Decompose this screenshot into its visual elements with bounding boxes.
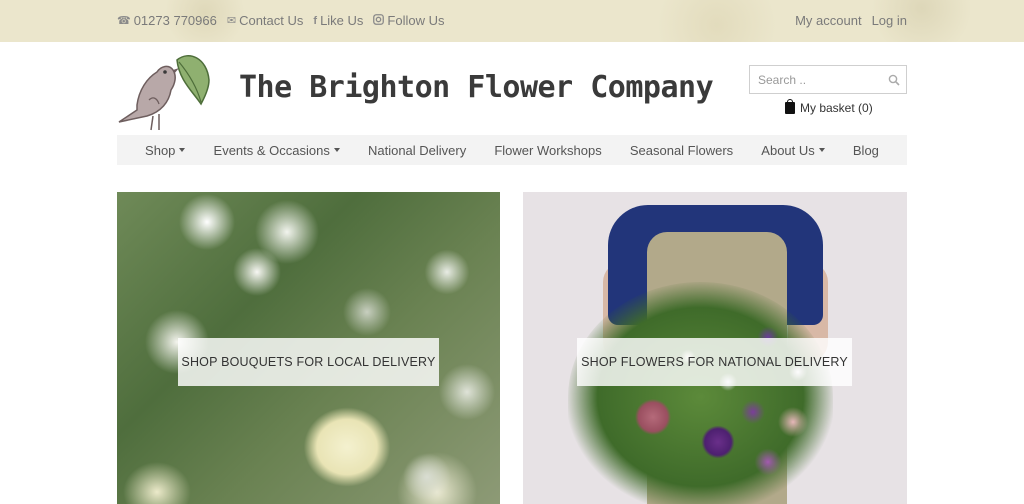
contact-label: Contact Us <box>239 13 304 28</box>
top-bar-account: My account Log in <box>795 13 907 28</box>
nav-item-shop[interactable]: Shop <box>145 142 186 158</box>
top-bar: ☎ 01273 770966 ✉ Contact Us f Like Us Fo… <box>0 0 1024 42</box>
caret-down-icon <box>818 148 825 152</box>
main-nav: Shop Events & Occasions National Deliver… <box>117 135 907 165</box>
envelope-icon: ✉ <box>226 15 237 27</box>
bouquet-image <box>568 282 833 504</box>
top-bar-contacts: ☎ 01273 770966 ✉ Contact Us f Like Us Fo… <box>117 13 445 28</box>
search-icon[interactable] <box>888 74 900 86</box>
national-delivery-button[interactable]: SHOP FLOWERS FOR NATIONAL DELIVERY <box>577 338 852 386</box>
phone-icon: ☎ <box>117 15 131 27</box>
national-delivery-panel[interactable]: SHOP FLOWERS FOR NATIONAL DELIVERY <box>523 192 907 504</box>
phone-label: 01273 770966 <box>133 13 217 28</box>
local-delivery-panel[interactable]: SHOP BOUQUETS FOR LOCAL DELIVERY <box>117 192 500 504</box>
nav-label: About Us <box>761 142 815 158</box>
shopping-bag-icon <box>785 99 795 114</box>
nav-item-seasonal-flowers[interactable]: Seasonal Flowers <box>630 143 733 158</box>
site-title[interactable]: The Brighton Flower Company <box>239 70 714 105</box>
facebook-icon: f <box>313 14 318 27</box>
nav-item-flower-workshops[interactable]: Flower Workshops <box>494 143 601 158</box>
nav-item-about-us[interactable]: About Us <box>761 142 825 158</box>
caret-down-icon <box>333 148 340 152</box>
nav-item-blog[interactable]: Blog <box>853 143 879 158</box>
follow-label: Follow Us <box>387 13 445 28</box>
phone-link[interactable]: ☎ 01273 770966 <box>117 13 217 28</box>
bird-logo-icon[interactable] <box>117 50 213 132</box>
log-in-link[interactable]: Log in <box>872 13 907 28</box>
nav-label: Seasonal Flowers <box>629 142 734 158</box>
basket-link[interactable]: My basket (0) <box>785 99 873 115</box>
search-placeholder: Search .. <box>758 73 807 87</box>
my-account-link[interactable]: My account <box>795 13 861 28</box>
basket-label: My basket (0) <box>800 101 873 115</box>
nav-label: Shop <box>145 142 176 158</box>
nav-label: National Delivery <box>367 142 467 158</box>
like-label: Like Us <box>320 13 364 28</box>
instagram-link[interactable]: Follow Us <box>373 13 445 28</box>
caret-down-icon <box>179 148 186 152</box>
nav-item-events-occasions[interactable]: Events & Occasions <box>214 143 340 158</box>
nav-label: Flower Workshops <box>494 142 602 158</box>
search-input[interactable]: Search .. <box>749 65 907 94</box>
nav-label: Blog <box>852 142 879 158</box>
local-delivery-button[interactable]: SHOP BOUQUETS FOR LOCAL DELIVERY <box>178 338 439 386</box>
nav-label: Events & Occasions <box>213 142 330 158</box>
facebook-link[interactable]: f Like Us <box>313 13 363 28</box>
nav-item-national-delivery[interactable]: National Delivery <box>368 143 466 158</box>
instagram-icon <box>373 13 385 28</box>
contact-link[interactable]: ✉ Contact Us <box>227 13 304 28</box>
